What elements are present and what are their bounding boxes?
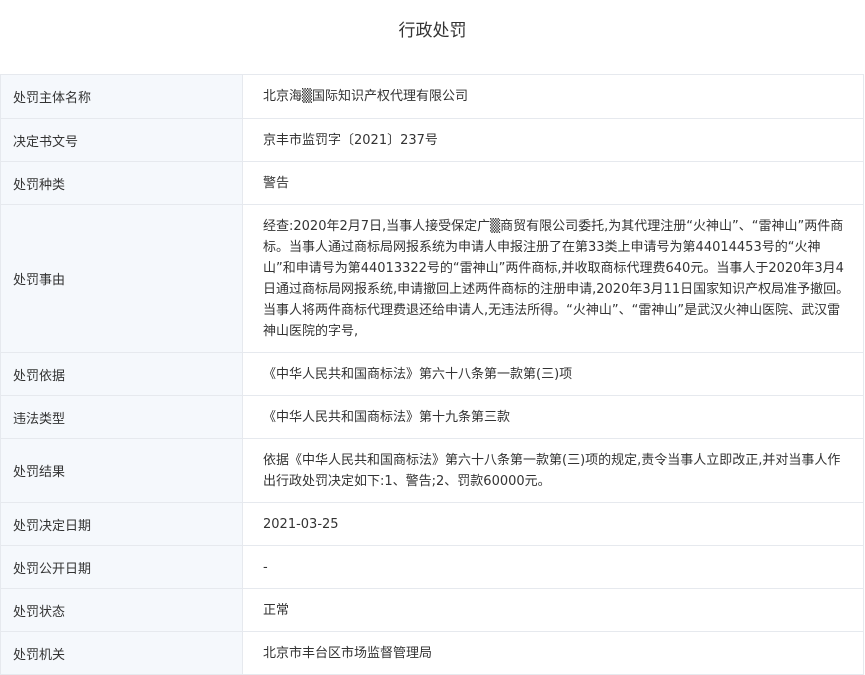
row-label: 处罚依据	[0, 353, 243, 395]
row-value: 北京市丰台区市场监督管理局	[243, 632, 864, 674]
value-text: 2021-03-25	[263, 516, 339, 532]
row-label: 处罚事由	[0, 205, 243, 352]
value-text: 正常	[263, 602, 290, 618]
row-value: -	[243, 546, 864, 588]
table-row: 处罚状态 正常	[0, 589, 864, 632]
row-label: 处罚结果	[0, 439, 243, 502]
table-row: 处罚决定日期 2021-03-25	[0, 503, 864, 546]
penalty-table: 处罚主体名称 北京海▒国际知识产权代理有限公司 决定书文号 京丰市监罚字〔202…	[0, 74, 864, 675]
row-value: 京丰市监罚字〔2021〕237号	[243, 119, 864, 161]
value-text: 依据《中华人民共和国商标法》第六十八条第一款第(三)项的规定,责令当事人立即改正…	[263, 452, 841, 489]
row-value: 依据《中华人民共和国商标法》第六十八条第一款第(三)项的规定,责令当事人立即改正…	[243, 439, 864, 502]
row-label: 违法类型	[0, 396, 243, 438]
row-value: 北京海▒国际知识产权代理有限公司	[243, 75, 864, 118]
table-row: 决定书文号 京丰市监罚字〔2021〕237号	[0, 119, 864, 162]
row-value: 《中华人民共和国商标法》第六十八条第一款第(三)项	[243, 353, 864, 395]
value-text: 京丰市监罚字〔2021〕237号	[263, 132, 438, 148]
row-label: 处罚状态	[0, 589, 243, 631]
page-title: 行政处罚	[398, 21, 467, 41]
row-value: 正常	[243, 589, 864, 631]
value-text: 北京海▒国际知识产权代理有限公司	[263, 89, 468, 104]
table-row: 处罚种类 警告	[0, 162, 864, 205]
value-text: -	[263, 559, 268, 575]
row-value: 经查:2020年2月7日,当事人接受保定广▒商贸有限公司委托,为其代理注册“火神…	[243, 205, 864, 352]
table-row: 处罚机关 北京市丰台区市场监督管理局	[0, 632, 864, 675]
row-label: 处罚种类	[0, 162, 243, 204]
value-text: 《中华人民共和国商标法》第十九条第三款	[263, 409, 511, 425]
row-label: 处罚机关	[0, 632, 243, 674]
value-text: 经查:2020年2月7日,当事人接受保定广▒商贸有限公司委托,为其代理注册“火神…	[263, 218, 850, 339]
row-value: 警告	[243, 162, 864, 204]
value-text: 《中华人民共和国商标法》第六十八条第一款第(三)项	[263, 366, 573, 382]
value-text: 警告	[263, 175, 290, 191]
row-value: 2021-03-25	[243, 503, 864, 545]
row-label: 处罚主体名称	[0, 75, 243, 118]
table-row: 处罚事由 经查:2020年2月7日,当事人接受保定广▒商贸有限公司委托,为其代理…	[0, 205, 864, 353]
row-label: 决定书文号	[0, 119, 243, 161]
row-value: 《中华人民共和国商标法》第十九条第三款	[243, 396, 864, 438]
table-row: 处罚依据 《中华人民共和国商标法》第六十八条第一款第(三)项	[0, 353, 864, 396]
table-row: 处罚公开日期 -	[0, 546, 864, 589]
row-label: 处罚决定日期	[0, 503, 243, 545]
table-row: 违法类型 《中华人民共和国商标法》第十九条第三款	[0, 396, 864, 439]
table-row: 处罚主体名称 北京海▒国际知识产权代理有限公司	[0, 75, 864, 119]
row-label: 处罚公开日期	[0, 546, 243, 588]
table-row: 处罚结果 依据《中华人民共和国商标法》第六十八条第一款第(三)项的规定,责令当事…	[0, 439, 864, 503]
value-text: 北京市丰台区市场监督管理局	[263, 645, 433, 661]
